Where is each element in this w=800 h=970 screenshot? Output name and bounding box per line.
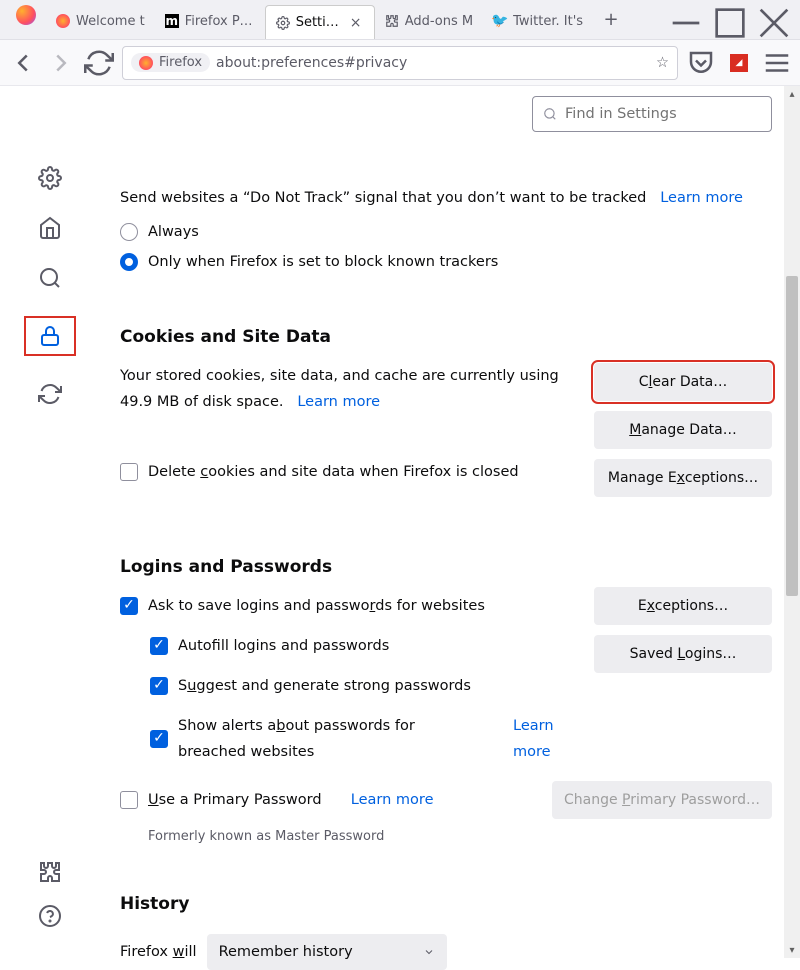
- tab-twitter[interactable]: 🐦 Twitter. It's: [483, 5, 593, 37]
- search-icon: [543, 107, 557, 121]
- url-text: about:preferences#privacy: [216, 55, 650, 71]
- settings-sidebar: [0, 86, 100, 958]
- suggest-passwords-checkbox[interactable]: ✓: [150, 677, 168, 695]
- dnt-intro: Send websites a “Do Not Track” signal th…: [120, 190, 646, 206]
- bookmark-star-icon[interactable]: ☆: [656, 55, 669, 71]
- primary-password-note: Formerly known as Master Password: [148, 829, 772, 844]
- pocket-button[interactable]: [686, 48, 716, 78]
- sidebar-item-privacy-highlight: [24, 316, 76, 356]
- tab-label: Settings: [296, 15, 344, 30]
- history-heading: History: [120, 894, 772, 914]
- tab-settings[interactable]: Settings ×: [265, 5, 375, 39]
- tab-addons[interactable]: Add-ons M: [375, 5, 483, 37]
- identity-box[interactable]: Firefox: [131, 53, 210, 72]
- sidebar-item-general[interactable]: [38, 166, 62, 190]
- chevron-down-icon: [423, 946, 435, 958]
- history-mode-select[interactable]: Remember history: [207, 934, 447, 970]
- tab-label: Welcome t: [76, 14, 145, 29]
- suggest-passwords-label: Suggest and generate strong passwords: [178, 673, 471, 699]
- new-tab-button[interactable]: +: [597, 9, 625, 30]
- ask-save-passwords-checkbox[interactable]: ✓: [120, 597, 138, 615]
- dnt-default-label: Only when Firefox is set to block known …: [148, 254, 498, 270]
- manage-exceptions-button[interactable]: Manage Exceptions…: [594, 459, 772, 497]
- breach-alerts-checkbox[interactable]: ✓: [150, 730, 168, 748]
- firefox-logo-icon: [16, 5, 36, 25]
- tab-label: Add-ons M: [405, 14, 473, 29]
- twitter-icon: 🐦: [493, 14, 507, 28]
- firefox-icon: [56, 14, 70, 28]
- sidebar-item-privacy[interactable]: [38, 324, 62, 348]
- reload-button[interactable]: [84, 48, 114, 78]
- sidebar-item-home[interactable]: [38, 216, 62, 240]
- manage-data-button[interactable]: Manage Data…: [594, 411, 772, 449]
- window-close-button[interactable]: [752, 7, 796, 39]
- sidebar-item-extensions[interactable]: [38, 860, 62, 884]
- gear-icon: [276, 16, 290, 30]
- change-primary-password-button[interactable]: Change Primary Password…: [552, 781, 772, 819]
- primary-learn-more-link[interactable]: Learn more: [351, 787, 434, 813]
- identity-label: Firefox: [159, 55, 202, 70]
- app-menu-button[interactable]: [762, 48, 792, 78]
- clear-data-button[interactable]: Clear Data…: [594, 363, 772, 401]
- dnt-always-radio[interactable]: [120, 223, 138, 241]
- ask-save-passwords-label: Ask to save logins and passwords for web…: [148, 593, 485, 619]
- close-tab-button[interactable]: ×: [350, 15, 364, 31]
- primary-password-checkbox[interactable]: [120, 791, 138, 809]
- dnt-always-label: Always: [148, 224, 199, 240]
- cookies-learn-more-link[interactable]: Learn more: [297, 394, 380, 410]
- firefox-icon: [139, 56, 153, 70]
- tab-strip: Welcome t m Firefox Priv Settings × Add-…: [0, 0, 800, 40]
- delete-on-close-checkbox[interactable]: [120, 463, 138, 481]
- breach-alerts-label: Show alerts about passwords for breached…: [178, 713, 484, 765]
- sidebar-item-help[interactable]: [38, 904, 62, 928]
- dnt-learn-more-link[interactable]: Learn more: [660, 190, 743, 206]
- url-bar[interactable]: Firefox about:preferences#privacy ☆: [122, 46, 678, 80]
- autofill-label: Autofill logins and passwords: [178, 633, 389, 659]
- autofill-checkbox[interactable]: ✓: [150, 637, 168, 655]
- tab-firefox-privacy[interactable]: m Firefox Priv: [155, 5, 265, 37]
- adblock-button[interactable]: ◢: [724, 48, 754, 78]
- find-in-settings-input[interactable]: Find in Settings: [532, 96, 772, 132]
- forward-button[interactable]: [46, 48, 76, 78]
- dnt-default-radio[interactable]: [120, 253, 138, 271]
- tab-label: Twitter. It's: [513, 14, 583, 29]
- navigation-toolbar: Firefox about:preferences#privacy ☆ ◢: [0, 40, 800, 86]
- window-minimize-button[interactable]: [664, 7, 708, 39]
- logins-exceptions-button[interactable]: Exceptions…: [594, 587, 772, 625]
- tab-welcome[interactable]: Welcome t: [46, 5, 155, 37]
- primary-password-label: Use a Primary Password: [148, 787, 322, 813]
- logins-heading: Logins and Passwords: [120, 557, 772, 577]
- tab-label: Firefox Priv: [185, 14, 255, 29]
- delete-on-close-label: Delete cookies and site data when Firefo…: [148, 459, 519, 485]
- puzzle-icon: [385, 14, 399, 28]
- sidebar-item-search[interactable]: [38, 266, 62, 290]
- settings-main: Find in Settings Send websites a “Do Not…: [100, 86, 800, 958]
- cookies-heading: Cookies and Site Data: [120, 327, 772, 347]
- saved-logins-button[interactable]: Saved Logins…: [594, 635, 772, 673]
- mozilla-icon: m: [165, 14, 179, 28]
- back-button[interactable]: [8, 48, 38, 78]
- sidebar-item-sync[interactable]: [38, 382, 62, 406]
- search-placeholder: Find in Settings: [565, 106, 677, 122]
- breach-learn-more-link[interactable]: Learn more: [513, 713, 580, 765]
- window-maximize-button[interactable]: [708, 7, 752, 39]
